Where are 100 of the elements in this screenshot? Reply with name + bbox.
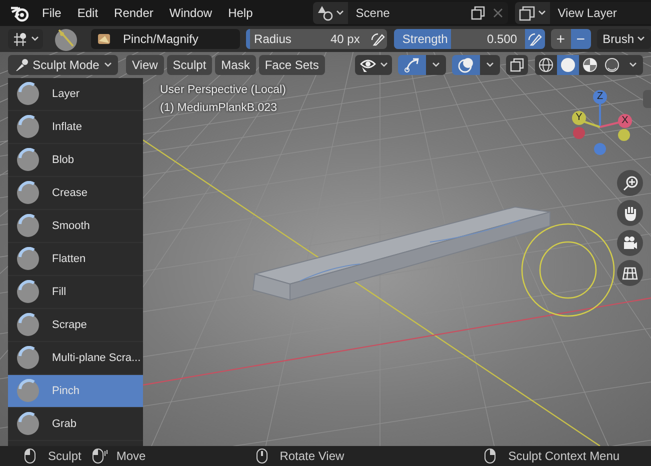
- tool-label: Inflate: [52, 121, 82, 133]
- tool-label: Grab: [52, 418, 76, 430]
- tool-item[interactable]: Inflate: [8, 111, 143, 144]
- tool-label: Multi-plane Scra...: [52, 352, 141, 364]
- slider-value: 0.500: [487, 32, 518, 46]
- hand-button[interactable]: [617, 200, 643, 226]
- caret-icon: [31, 36, 39, 42]
- pressure-toggle[interactable]: [368, 29, 388, 49]
- close-icon: [492, 8, 503, 18]
- tool-item[interactable]: Grab: [8, 408, 143, 441]
- wireframe-sphere-icon: [538, 57, 554, 73]
- shading-button[interactable]: [535, 55, 557, 75]
- options-dropdown[interactable]: [426, 55, 446, 75]
- camera-button[interactable]: [617, 230, 643, 256]
- direction-button[interactable]: +: [550, 29, 571, 49]
- options-dropdown[interactable]: [623, 55, 643, 75]
- grid-icon: [622, 265, 638, 281]
- arrow-curve-icon: [404, 57, 420, 73]
- copy-icon: [470, 6, 485, 20]
- tool-label: Layer: [52, 88, 80, 100]
- sphere-brush-icon: [16, 379, 40, 403]
- tool-item[interactable]: Blob: [8, 144, 143, 177]
- pressure-toggle[interactable]: [525, 29, 545, 49]
- sphere-brush-icon: [16, 247, 40, 271]
- tool-item[interactable]: Smooth: [8, 210, 143, 243]
- tool-settings-dropdown[interactable]: [8, 29, 43, 49]
- rendered-sphere-icon: [604, 57, 620, 73]
- axis-label: Z: [596, 90, 604, 104]
- sidebar-toggle[interactable]: [643, 90, 651, 108]
- scene-type-dropdown[interactable]: [312, 2, 348, 24]
- header-menu[interactable]: Mask: [215, 55, 256, 75]
- brush-sphere-icon[interactable]: [53, 26, 79, 52]
- sphere-brush-icon: [16, 412, 40, 436]
- caret-icon: [637, 36, 645, 42]
- menu-item[interactable]: Edit: [69, 3, 106, 23]
- shading-button[interactable]: [579, 55, 601, 75]
- layers-icon: [518, 5, 535, 21]
- pen-pressure-icon: [370, 32, 385, 46]
- status-hint: Sculpt: [48, 449, 82, 463]
- sphere-brush-icon: [16, 280, 40, 304]
- material-sphere-icon: [582, 57, 598, 73]
- zoom-button[interactable]: [617, 170, 643, 196]
- blender-logo-icon[interactable]: [10, 4, 30, 22]
- sphere-brush-icon: [16, 313, 40, 337]
- visibility-dropdown[interactable]: [355, 55, 392, 75]
- tool-label: Flatten: [52, 253, 86, 265]
- menu-item[interactable]: Help: [220, 3, 261, 23]
- menu-item[interactable]: File: [34, 3, 70, 23]
- options-dropdown[interactable]: [480, 55, 500, 75]
- grid-button[interactable]: [617, 260, 643, 286]
- overlapping-circles-icon: [458, 57, 474, 73]
- shading-button[interactable]: [557, 55, 579, 75]
- mode-dropdown[interactable]: Sculpt Mode: [8, 55, 118, 75]
- view-layer-name-field[interactable]: View Layer: [550, 2, 651, 24]
- tool-label: Blob: [52, 154, 74, 166]
- axis-label: Y: [575, 111, 583, 125]
- radius-slider[interactable]: Radius 40 px: [246, 29, 368, 49]
- xray-toggle[interactable]: [506, 55, 528, 75]
- zoom-icon: [622, 175, 638, 191]
- camera-icon: [622, 235, 638, 251]
- duplicate-button[interactable]: [468, 2, 488, 24]
- header-menu[interactable]: View: [126, 55, 164, 75]
- overlays-toggle[interactable]: [452, 55, 480, 75]
- scene-name-field[interactable]: Scene: [348, 2, 468, 24]
- tool-label: Scrape: [52, 319, 87, 331]
- strength-slider[interactable]: Strength 0.500: [394, 29, 526, 49]
- gizmos-toggle[interactable]: [398, 55, 426, 75]
- tool-label: Fill: [52, 286, 66, 298]
- viewport-info-text: User Perspective (Local): [160, 84, 286, 96]
- sphere-brush-icon: [16, 148, 40, 172]
- menu-item[interactable]: Render: [106, 3, 162, 23]
- tool-label: Smooth: [52, 220, 90, 232]
- status-hint: Move: [116, 449, 146, 463]
- tool-item[interactable]: Fill: [8, 276, 143, 309]
- slider-value: 40 px: [330, 32, 360, 46]
- caret-icon: [432, 62, 440, 68]
- pen-pressure-icon: [528, 32, 542, 46]
- viewport-info-text: (1) MediumPlankB.023: [160, 102, 278, 114]
- tool-item[interactable]: Flatten: [8, 243, 143, 276]
- tool-item[interactable]: Scrape: [8, 309, 143, 342]
- sphere-brush-icon: [16, 181, 40, 205]
- tool-item[interactable]: Layer: [8, 78, 143, 111]
- caret-icon: [538, 10, 546, 16]
- header-menu[interactable]: Sculpt: [166, 55, 212, 75]
- caret-icon: [486, 62, 494, 68]
- xray-icon: [509, 57, 525, 73]
- view-layer-type-dropdown[interactable]: [514, 2, 550, 24]
- header-menu[interactable]: Face Sets: [258, 55, 325, 75]
- hand-icon: [622, 205, 638, 221]
- slider-label: Radius: [254, 32, 292, 46]
- sphere-brush-icon: [16, 82, 40, 106]
- tool-label: Crease: [52, 187, 88, 199]
- slider-label: Strength: [402, 32, 448, 46]
- direction-button[interactable]: −: [570, 29, 591, 49]
- mouse-drag-icon: [92, 448, 108, 464]
- menu-item[interactable]: Window: [161, 3, 220, 23]
- tool-label: Pinch: [52, 385, 80, 397]
- brush-menu[interactable]: Brush: [596, 29, 651, 49]
- brush-name-field[interactable]: Pinch/Magnify: [91, 29, 240, 49]
- tool-item[interactable]: Crease: [8, 177, 143, 210]
